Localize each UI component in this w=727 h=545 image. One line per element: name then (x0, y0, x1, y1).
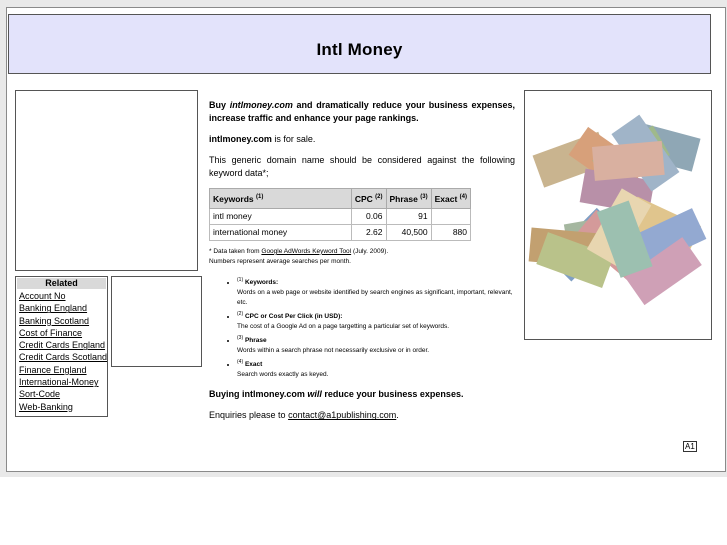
buying-line: Buying intlmoney.com will reduce your bu… (209, 389, 464, 400)
related-link-finance-england[interactable]: Finance England (17, 364, 106, 376)
related-link-international-money[interactable]: International-Money (17, 376, 106, 388)
main-content: Buy intlmoney.com and dramatically reduc… (209, 99, 515, 430)
intro-paragraph: Buy intlmoney.com and dramatically reduc… (209, 100, 515, 123)
related-link-credit-cards-england[interactable]: Credit Cards England (17, 339, 106, 351)
header-banner: Intl Money (8, 14, 711, 74)
banknotes-image (524, 90, 712, 340)
adwords-tool-link[interactable]: Google AdWords Keyword Tool (261, 248, 351, 255)
related-link-credit-cards-scotland[interactable]: Credit Cards Scotland (17, 351, 107, 363)
related-link-banking-scotland[interactable]: Banking Scotland (17, 315, 106, 327)
list-item: (2) CPC or Cost Per Click (in USD):The c… (237, 309, 515, 332)
keyword-table: Keywords (1) CPC (2) Phrase (3) Exact (4… (209, 188, 472, 241)
ad-box-small (111, 276, 202, 367)
list-item: (1) Keywords:Words on a web page or webs… (237, 275, 515, 308)
related-title: Related (17, 278, 106, 289)
table-header-row: Keywords (1) CPC (2) Phrase (3) Exact (4… (209, 188, 472, 209)
related-link-account-no[interactable]: Account No (17, 290, 106, 302)
data-source-note: * Data taken from Google AdWords Keyword… (209, 247, 389, 265)
list-item: (4) ExactSearch words exactly as keyed. (237, 357, 515, 380)
table-header-cpc: CPC (2) (350, 188, 387, 209)
domain-italic: intlmoney.com (229, 100, 293, 110)
for-sale-line: intlmoney.com is for sale. (209, 134, 316, 144)
table-row: international money 2.62 40,500 880 (209, 223, 472, 241)
definitions-list: (1) Keywords:Words on a web page or webs… (209, 275, 515, 381)
ad-box-large (15, 90, 198, 271)
enquiries-line: Enquiries please to contact@a1publishing… (209, 410, 399, 421)
related-link-web-banking[interactable]: Web-Banking (17, 401, 106, 413)
table-row: intl money 0.06 91 (209, 207, 472, 225)
table-header-phrase: Phrase (3) (385, 188, 432, 209)
related-link-banking-england[interactable]: Banking England (17, 302, 106, 314)
contact-email-link[interactable]: contact@a1publishing.com (288, 410, 396, 420)
related-link-sort-code[interactable]: Sort-Code (17, 388, 106, 400)
table-header-keywords: Keywords (1) (209, 188, 352, 209)
a1-badge: A1 (683, 441, 697, 452)
related-link-cost-of-finance[interactable]: Cost of Finance (17, 327, 106, 339)
list-item: (3) PhraseWords within a search phrase n… (237, 333, 515, 356)
generic-text: This generic domain name should be consi… (209, 155, 515, 178)
for-sale-domain: intlmoney.com (209, 134, 272, 144)
related-links-box: Related Account No Banking England Banki… (15, 276, 108, 417)
table-header-exact: Exact (4) (430, 188, 472, 209)
page-title: Intl Money (316, 40, 403, 59)
